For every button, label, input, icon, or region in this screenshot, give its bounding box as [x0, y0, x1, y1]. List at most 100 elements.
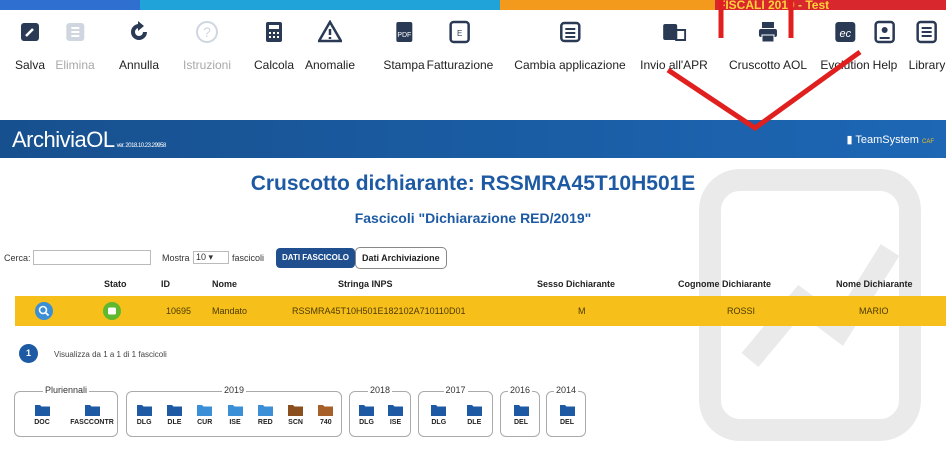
- page-subtitle: Fascicoli "Dichiarazione RED/2019": [354, 210, 592, 226]
- folder-icon: [197, 405, 213, 416]
- col-sesso[interactable]: Sesso Dichiarante: [537, 279, 615, 289]
- folder-item[interactable]: ISE: [381, 404, 411, 426]
- folder-icon: [257, 405, 273, 416]
- toolbar-anomalie-button[interactable]: Anomalie: [305, 20, 355, 72]
- show-suffix: fascicoli: [232, 253, 265, 263]
- folder-item[interactable]: DLE: [459, 404, 489, 426]
- folder-icon: [466, 405, 482, 416]
- folder-group-label: 2016: [507, 385, 533, 395]
- folder-group: Pluriennali DOC FASCCONTR: [14, 385, 118, 437]
- folder-label: ISE: [389, 419, 402, 426]
- toolbar-annulla-button[interactable]: Annulla: [119, 20, 159, 72]
- folder-label: DLE: [167, 419, 182, 426]
- folder-label: DLG: [431, 419, 447, 426]
- dati-fascicolo-button[interactable]: DATI FASCICOLO: [276, 248, 355, 268]
- folder-icon: [136, 405, 152, 416]
- folder-item[interactable]: ISE: [220, 404, 250, 426]
- toolbar-label: Istruzioni: [182, 58, 232, 72]
- delete-icon: [63, 20, 87, 44]
- page-title: Cruscotto dichiarante: RSSMRA45T10H501E: [250, 172, 696, 195]
- toolbar-salva-button[interactable]: Salva: [15, 20, 45, 72]
- folder-label: 740: [320, 419, 332, 426]
- folder-icon: [359, 405, 374, 416]
- invoice-icon: E: [448, 20, 472, 44]
- folder-label: DEL: [560, 419, 574, 426]
- folder-item[interactable]: 740: [311, 404, 341, 426]
- col-nome[interactable]: Nome: [212, 279, 237, 289]
- toolbar-label: Stampa: [383, 58, 425, 72]
- folder-label: DLG: [136, 419, 152, 426]
- folder-label: DEL: [514, 419, 528, 426]
- help-circle-icon: ?: [195, 20, 219, 44]
- calculator-icon: [262, 20, 286, 44]
- folder-label: FASCCONTR: [70, 419, 114, 426]
- folder-icon: [84, 405, 100, 416]
- svg-text:PDF: PDF: [397, 32, 411, 39]
- row-id: 10695: [166, 306, 192, 316]
- toolbar-stampa-button[interactable]: PDF Stampa: [383, 20, 425, 72]
- col-nome-dichiarante[interactable]: Nome Dichiarante: [836, 279, 913, 289]
- toolbar-cambia-applicazione-button[interactable]: Cambia applicazione: [514, 20, 626, 72]
- toolbar-help-button[interactable]: Help: [872, 20, 898, 72]
- svg-text:?: ?: [203, 24, 211, 40]
- folder-item[interactable]: CUR: [190, 404, 220, 426]
- folder-label: DOC: [34, 419, 50, 426]
- folder-item[interactable]: FASCCONTR: [70, 404, 114, 426]
- folder-item[interactable]: DLG: [424, 404, 454, 426]
- toolbar-label: Library: [908, 58, 946, 72]
- row-stringa-inps: RSSMRA45T10H501E182102A710110D01: [292, 306, 466, 316]
- row-nome-dichiarante: MARIO: [859, 306, 889, 316]
- edit-icon: [18, 20, 42, 44]
- col-stringa-inps[interactable]: Stringa INPS: [338, 279, 393, 289]
- archivia-logo: ArchiviaOL ver. 2018.10.23.29958: [12, 127, 166, 152]
- folder-item[interactable]: DEL: [506, 404, 536, 426]
- search-label: Cerca:: [4, 253, 31, 263]
- pdf-icon: PDF: [392, 20, 416, 44]
- folder-icon: [166, 405, 182, 416]
- folder-label: CUR: [197, 419, 213, 426]
- toolbar-istruzioni-button: ? Istruzioni: [183, 20, 231, 72]
- toolbar-calcola-button[interactable]: Calcola: [254, 20, 294, 72]
- folder-icon: [559, 405, 575, 416]
- col-stato[interactable]: Stato: [104, 279, 127, 289]
- folder-group-label: 2019: [221, 385, 247, 395]
- folder-item[interactable]: DOC: [27, 404, 57, 426]
- folder-icon: [227, 405, 243, 416]
- folder-item[interactable]: DLG: [352, 404, 382, 426]
- search-icon[interactable]: [35, 302, 53, 320]
- toolbar-label: Help: [872, 58, 898, 72]
- col-id[interactable]: ID: [161, 279, 170, 289]
- app-switch-icon: [558, 20, 582, 44]
- folder-label: RED: [257, 419, 273, 426]
- table-row[interactable]: 10695 Mandato RSSMRA45T10H501E182102A710…: [15, 296, 946, 326]
- row-nome: Mandato: [212, 306, 248, 316]
- folder-icon: [513, 405, 529, 416]
- folder-label: DLG: [359, 419, 374, 426]
- warning-icon: [318, 20, 342, 44]
- folder-item[interactable]: DLE: [159, 404, 189, 426]
- folder-item[interactable]: DEL: [552, 404, 582, 426]
- status-ok-icon: [103, 302, 121, 320]
- show-label: Mostra: [162, 253, 190, 263]
- folder-group-label: 2014: [553, 385, 579, 395]
- folder-item[interactable]: SCN: [281, 404, 311, 426]
- toolbar-label: Annulla: [118, 58, 160, 72]
- folder-icon: [288, 405, 304, 416]
- folder-group-label: Pluriennali: [42, 385, 90, 395]
- folder-item[interactable]: DLG: [129, 404, 159, 426]
- toolbar-library-button[interactable]: Library: [908, 20, 946, 72]
- folder-group-label: 2017: [443, 385, 468, 395]
- folder-group: 2018 DLG ISE: [349, 385, 411, 437]
- toolbar-fatturazione-button[interactable]: E Fatturazione: [427, 20, 493, 72]
- folder-group: 2014 DEL: [546, 385, 586, 437]
- search-input[interactable]: [33, 250, 151, 265]
- col-cognome[interactable]: Cognome Dichiarante: [678, 279, 771, 289]
- folder-item[interactable]: RED: [250, 404, 280, 426]
- page-size-select[interactable]: 10 ▾: [193, 251, 229, 264]
- folder-group: 2016 DEL: [500, 385, 540, 437]
- page-1-button[interactable]: 1: [19, 344, 38, 363]
- folder-group: 2019 DLG DLE CUR ISE RED SCN 740: [126, 385, 342, 437]
- folder-icon: [431, 405, 447, 416]
- folder-group-label: 2018: [367, 385, 393, 395]
- dati-archiviazione-button[interactable]: Dati Archiviazione: [355, 247, 447, 269]
